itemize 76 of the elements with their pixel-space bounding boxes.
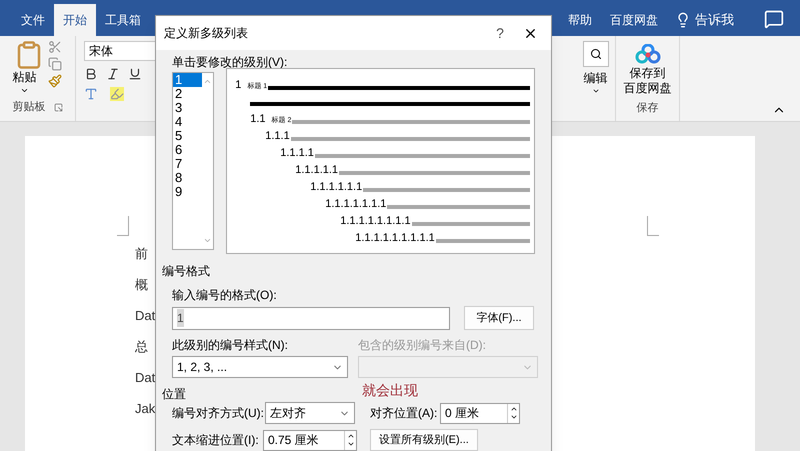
level-item[interactable]: 2 (173, 87, 202, 101)
level-item[interactable]: 9 (173, 185, 202, 199)
spin-arrows-icon[interactable] (344, 430, 356, 450)
level-item[interactable]: 6 (173, 143, 202, 157)
field-label: 编号对齐方式(U): (172, 405, 265, 422)
number-format-field[interactable]: 1 (172, 306, 450, 330)
highlighter-icon[interactable] (110, 87, 124, 101)
level-list[interactable]: 1 2 3 4 5 6 7 8 9 (172, 72, 214, 250)
preview-number: 1.1.1.1.1 (295, 164, 338, 177)
caret-icon[interactable] (20, 86, 29, 95)
preview-number: 1.1.1.1 (280, 147, 314, 160)
help-button[interactable]: ? (485, 22, 515, 44)
field-label: 单击要修改的级别(V): (172, 54, 288, 70)
ribbon-tab[interactable]: 文件 (12, 4, 54, 36)
italic-icon[interactable] (106, 67, 120, 81)
level-item[interactable]: 7 (173, 157, 202, 171)
font-button[interactable]: 字体(F)... (464, 306, 534, 330)
alignment-select[interactable]: 左对齐 (265, 402, 355, 424)
ribbon-tab[interactable]: 帮助 (559, 4, 601, 36)
document-text: Jak (135, 400, 156, 418)
section-heading: 编号格式 (162, 263, 211, 280)
copy-icon[interactable] (48, 57, 62, 71)
cut-icon[interactable] (48, 40, 62, 54)
ribbon-tab[interactable]: 百度网盘 (601, 4, 667, 36)
section-heading: 位置 (162, 386, 187, 401)
comment-icon[interactable] (764, 9, 784, 29)
document-text: Dat (135, 307, 156, 325)
cloud-logo-icon[interactable] (634, 44, 660, 64)
document-text: Dat (135, 369, 156, 387)
document-text: 概 (135, 276, 148, 294)
save-to-cloud-button[interactable]: 保存到 百度网盘 (624, 66, 672, 96)
indent-at-field[interactable]: 0.75 厘米 (263, 430, 357, 450)
preview-number: 1.1.1.1.1.1 (310, 181, 362, 194)
set-all-levels-button[interactable]: 设置所有级别(E)... (370, 429, 478, 451)
scroll-up-icon[interactable] (203, 77, 212, 86)
ribbon-tab[interactable]: 工具箱 (96, 4, 150, 36)
aligned-at-field[interactable]: 0 厘米 (440, 402, 520, 424)
preview-number: 1 (235, 79, 242, 92)
preview-number: 1.1.1.1.1.1.1 (325, 198, 386, 211)
find-button[interactable] (582, 41, 608, 67)
level-item[interactable]: 1 (173, 73, 202, 87)
field-label: 文本缩进位置(I): (172, 432, 260, 449)
underline-icon[interactable] (128, 67, 142, 81)
margin-corner-mark (117, 216, 129, 236)
document-text: 前 (135, 245, 148, 263)
number-style-select[interactable]: 1, 2, 3, ... (172, 356, 348, 378)
editing-label[interactable]: 编辑 (584, 69, 608, 87)
dialog-launcher-icon[interactable] (54, 102, 62, 112)
scroll-down-icon[interactable] (203, 236, 212, 245)
text-effects-icon[interactable] (84, 87, 98, 101)
level-item[interactable]: 5 (173, 129, 202, 143)
annotation-text: 就会出现 (362, 382, 418, 401)
margin-corner-mark (647, 216, 659, 236)
group-label: 剪贴板 (12, 100, 46, 115)
group-label: 保存 (636, 101, 658, 116)
dialog-title: 定义新多级列表 (164, 25, 249, 42)
paste-label[interactable]: 粘贴 (12, 68, 36, 86)
field-label: 输入编号的格式(O): (172, 287, 278, 304)
field-label: 包含的级别编号来自(D): (358, 337, 487, 354)
preview-number: 1.1.1.1.1.1.1.1.1 (355, 232, 435, 245)
spin-arrows-icon[interactable] (507, 404, 519, 422)
preview-number: 1.1.1.1.1.1.1.1 (340, 215, 411, 228)
search-icon (590, 48, 602, 60)
caret-icon[interactable] (592, 87, 600, 95)
field-label: 对齐位置(A): (370, 405, 438, 422)
level-item[interactable]: 8 (173, 171, 202, 185)
format-painter-icon[interactable] (48, 74, 62, 88)
field-label: 此级别的编号样式(N): (172, 337, 289, 354)
bold-icon[interactable] (84, 67, 98, 81)
document-text: 总 (135, 338, 148, 356)
preview-number: 1.1 (250, 113, 266, 126)
level-item[interactable]: 4 (173, 115, 202, 129)
ribbon-tab[interactable]: 开始 (54, 4, 96, 36)
preview-number: 1.1.1 (265, 130, 290, 143)
level-item[interactable]: 3 (173, 101, 202, 115)
tell-me-link[interactable]: 告诉我 (695, 10, 734, 30)
